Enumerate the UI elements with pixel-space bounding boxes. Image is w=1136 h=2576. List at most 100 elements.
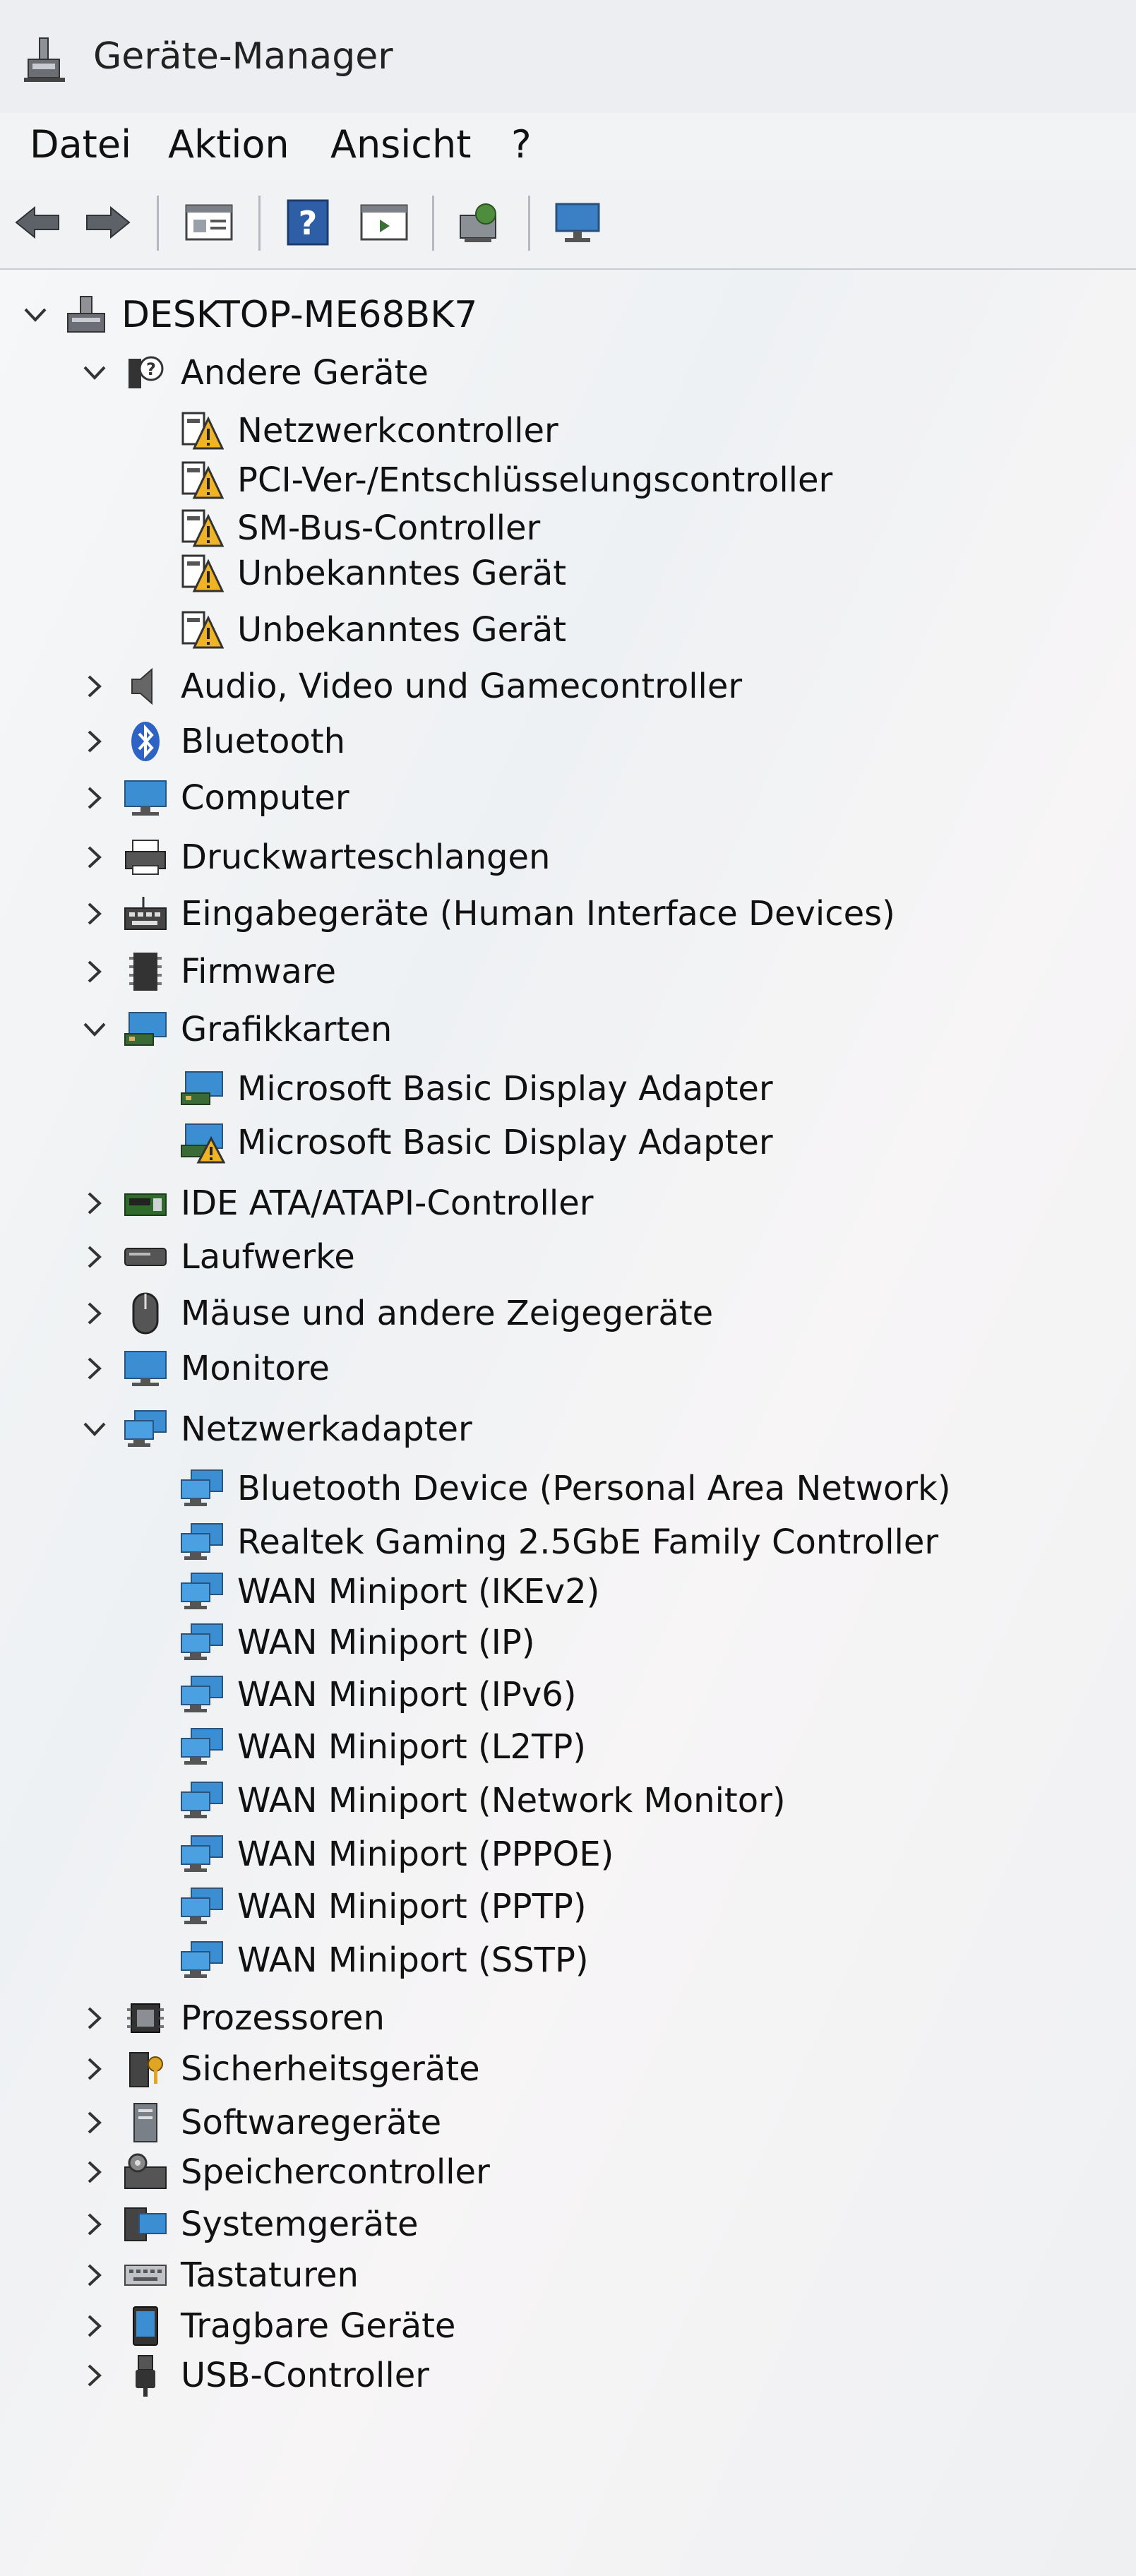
chevron-right-icon[interactable] (73, 665, 116, 708)
chevron-right-icon[interactable] (73, 777, 116, 819)
chevron-down-icon[interactable] (14, 294, 56, 336)
tree-device[interactable]: WAN Miniport (SSTP) (177, 1935, 589, 1986)
toolbar-separator (258, 196, 261, 251)
mouse-icon (120, 1288, 171, 1339)
tree-category[interactable]: Bluetooth (73, 716, 345, 767)
tree-node-label: SM-Bus-Controller (237, 508, 541, 548)
chevron-right-icon[interactable] (73, 2151, 116, 2193)
tree-category[interactable]: Tragbare Geräte (73, 2301, 455, 2351)
tree-category[interactable]: Laufwerke (73, 1232, 355, 1282)
tree-category[interactable]: Firmware (73, 946, 336, 997)
view-icon[interactable] (356, 194, 412, 251)
chevron-down-icon[interactable] (73, 352, 116, 394)
tree-device[interactable]: WAN Miniport (L2TP) (177, 1722, 586, 1772)
tree-category[interactable]: Speichercontroller (73, 2147, 490, 2198)
chevron-right-icon[interactable] (73, 1182, 116, 1224)
tree-device[interactable]: WAN Miniport (PPPOE) (177, 1829, 614, 1880)
tree-device[interactable]: Microsoft Basic Display Adapter (177, 1063, 773, 1114)
network-adapter-icon (177, 1775, 227, 1826)
tree-device[interactable]: WAN Miniport (IPv6) (177, 1669, 577, 1720)
tree-device[interactable]: Unbekanntes Gerät (177, 604, 566, 655)
chevron-right-icon[interactable] (73, 893, 116, 935)
display-adapter-icon (120, 1004, 171, 1055)
chevron-down-icon[interactable] (73, 1008, 116, 1051)
chevron-right-icon[interactable] (73, 2048, 116, 2090)
tree-category[interactable]: Tastaturen (73, 2250, 359, 2301)
tree-category[interactable]: IDE ATA/ATAPI-Controller (73, 1178, 593, 1229)
title-bar: Geräte-Manager (0, 0, 1136, 114)
chevron-right-icon[interactable] (73, 1292, 116, 1335)
tree-category[interactable]: ? Andere Geräte (73, 347, 429, 398)
tree-node-label: WAN Miniport (PPPOE) (237, 1835, 614, 1874)
menu-datei[interactable]: Datei (24, 120, 137, 169)
tree-category[interactable]: Mäuse und andere Zeigegeräte (73, 1288, 713, 1339)
tree-category[interactable]: USB-Controller (73, 2350, 429, 2401)
network-adapter-icon (177, 1566, 227, 1617)
tree-device[interactable]: PCI-Ver-/Entschlüsselungscontroller (177, 455, 832, 506)
menu-ansicht[interactable]: Ansicht (325, 120, 477, 169)
tree-node-label: Eingabegeräte (Human Interface Devices) (181, 894, 895, 934)
scan-hardware-icon[interactable] (452, 194, 508, 251)
chevron-right-icon[interactable] (73, 2203, 116, 2246)
chevron-right-icon[interactable] (73, 836, 116, 878)
tree-node-label: Unbekanntes Gerät (237, 610, 567, 650)
tree-category[interactable]: Audio, Video und Gamecontroller (73, 661, 742, 712)
tree-node-label: Tragbare Geräte (181, 2306, 456, 2346)
warning-device-icon (177, 548, 227, 599)
tree-category[interactable]: Netzwerkadapter (73, 1404, 472, 1455)
portable-device-icon (120, 2301, 171, 2351)
tree-device[interactable]: Microsoft Basic Display Adapter (177, 1117, 773, 1168)
monitor-icon[interactable] (549, 194, 606, 251)
chevron-right-icon[interactable] (73, 2305, 116, 2347)
chevron-right-icon[interactable] (73, 1347, 116, 1390)
tree-category[interactable]: Computer (73, 773, 349, 823)
properties-icon[interactable] (181, 194, 237, 251)
tree-device[interactable]: WAN Miniport (Network Monitor) (177, 1775, 786, 1826)
tree-device[interactable]: Realtek Gaming 2.5GbE Family Controller (177, 1517, 938, 1568)
tree-device[interactable]: WAN Miniport (IKEv2) (177, 1566, 599, 1617)
help-icon[interactable]: ? (280, 194, 336, 251)
tree-category[interactable]: Sicherheitsgeräte (73, 2044, 480, 2094)
menu-aktion[interactable]: Aktion (162, 120, 295, 169)
tree-node-label: Realtek Gaming 2.5GbE Family Controller (237, 1522, 939, 1562)
tree-category[interactable]: Systemgeräte (73, 2199, 419, 2250)
tree-category[interactable]: Grafikkarten (73, 1004, 392, 1055)
tree-node-label: WAN Miniport (IP) (237, 1623, 535, 1662)
speaker-icon (120, 661, 171, 712)
chevron-right-icon[interactable] (73, 2101, 116, 2144)
security-device-icon (120, 2044, 171, 2094)
toolbar-separator (528, 196, 530, 251)
chevron-right-icon[interactable] (73, 1997, 116, 2039)
tree-device[interactable]: Netzwerkcontroller (177, 405, 558, 456)
chevron-down-icon[interactable] (73, 1408, 116, 1450)
menu-help[interactable]: ? (506, 120, 537, 169)
tree-node-label: Computer (181, 778, 349, 818)
tree-device[interactable]: Unbekanntes Gerät (177, 548, 566, 599)
menu-bar: Datei Aktion Ansicht ? (0, 113, 1136, 180)
tree-node-label: Firmware (181, 952, 336, 991)
chevron-right-icon[interactable] (73, 950, 116, 993)
tree-category[interactable]: Prozessoren (73, 1993, 385, 2044)
tree-device[interactable]: WAN Miniport (PPTP) (177, 1881, 587, 1932)
tree-node-label: Bluetooth Device (Personal Area Network) (237, 1469, 951, 1508)
back-icon[interactable] (10, 194, 66, 251)
tree-device[interactable]: WAN Miniport (IP) (177, 1617, 535, 1668)
chevron-right-icon[interactable] (73, 720, 116, 763)
tree-device[interactable]: SM-Bus-Controller (177, 503, 540, 554)
window-title: Geräte-Manager (93, 35, 393, 78)
warning-device-icon (177, 503, 227, 554)
tree-node-label: WAN Miniport (IPv6) (237, 1675, 577, 1715)
warning-device-icon (177, 455, 227, 506)
hid-icon (120, 888, 171, 939)
chevron-right-icon[interactable] (73, 2354, 116, 2397)
tree-root[interactable]: DESKTOP-ME68BK7 (14, 290, 477, 340)
display-adapter-icon (177, 1063, 227, 1114)
forward-icon[interactable] (79, 194, 136, 251)
chevron-right-icon[interactable] (73, 2254, 116, 2296)
tree-category[interactable]: Druckwarteschlangen (73, 832, 550, 883)
tree-category[interactable]: Monitore (73, 1343, 330, 1394)
tree-category[interactable]: Eingabegeräte (Human Interface Devices) (73, 888, 895, 939)
chevron-right-icon[interactable] (73, 1236, 116, 1278)
tree-category[interactable]: Softwaregeräte (73, 2097, 441, 2148)
tree-device[interactable]: Bluetooth Device (Personal Area Network) (177, 1463, 951, 1514)
